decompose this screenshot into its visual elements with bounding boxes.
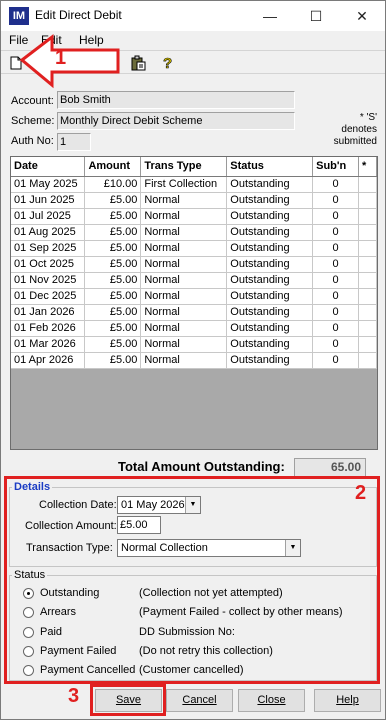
annotation-overlay [19,33,120,89]
annotation-number-3: 3 [68,685,80,707]
annotation-arrow [19,33,120,89]
annotation-number-2: 2 [355,482,367,504]
annotation-number-1: 1 [55,47,67,69]
